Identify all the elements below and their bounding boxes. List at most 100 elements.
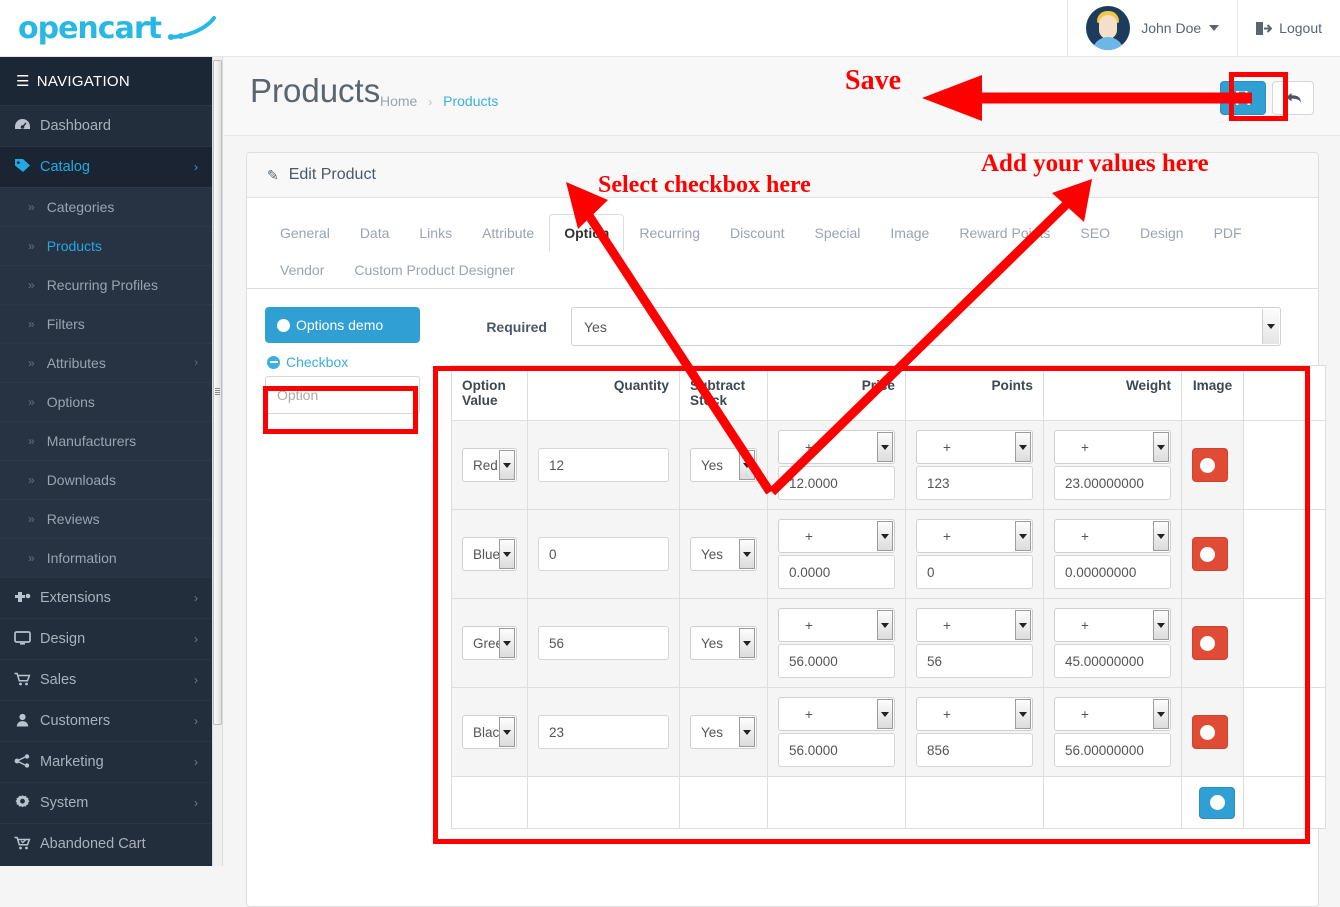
sidebar-item-information[interactable]: » Information (0, 538, 212, 577)
price-input[interactable]: 56.0000 (778, 644, 895, 678)
sidebar-item-reviews[interactable]: » Reviews (0, 499, 212, 538)
remove-row-button[interactable] (1192, 537, 1228, 571)
sidebar-item-extensions[interactable]: Extensions › (0, 577, 212, 618)
sidebar-item-customers[interactable]: Customers › (0, 700, 212, 741)
weight-input[interactable]: 0.00000000 (1054, 555, 1171, 589)
price-prefix-select[interactable]: + (778, 519, 895, 553)
save-button[interactable] (1220, 81, 1266, 115)
points-input[interactable]: 0 (916, 555, 1033, 589)
quantity-input[interactable]: 23 (538, 715, 669, 749)
points-prefix-select[interactable]: + (916, 430, 1033, 464)
price-prefix-select[interactable]: + (778, 697, 895, 731)
price-input[interactable]: 0.0000 (778, 555, 895, 589)
tab-links[interactable]: Links (404, 214, 467, 252)
remove-row-button[interactable] (1192, 448, 1228, 482)
quantity-input[interactable]: 12 (538, 448, 669, 482)
quantity-input[interactable]: 0 (538, 537, 669, 571)
points-input[interactable]: 123 (916, 466, 1033, 500)
user-menu[interactable]: John Doe (1067, 0, 1237, 57)
checkbox-option-link[interactable]: Checkbox (265, 343, 425, 376)
points-prefix-select[interactable]: + (916, 608, 1033, 642)
chevron-right-icon: › (194, 796, 198, 810)
add-row-button[interactable] (1199, 786, 1235, 819)
logout-button[interactable]: Logout (1237, 0, 1340, 57)
sidebar-item-design[interactable]: Design › (0, 618, 212, 659)
tab-reward-points[interactable]: Reward Points (944, 214, 1065, 252)
tab-seo[interactable]: SEO (1065, 214, 1125, 252)
sidebar-item-filters[interactable]: » Filters (0, 304, 212, 343)
sidebar-item-options[interactable]: » Options (0, 382, 212, 421)
weight-prefix-select[interactable]: + (1054, 430, 1171, 464)
sidebar-item-recurring-profiles[interactable]: » Recurring Profiles (0, 265, 212, 304)
remove-row-button[interactable] (1192, 626, 1228, 660)
breadcrumb-products[interactable]: Products (443, 93, 498, 109)
points-input[interactable]: 856 (916, 733, 1033, 767)
swoosh-icon (167, 16, 216, 40)
tab-data[interactable]: Data (345, 214, 405, 252)
subtract-stock-select[interactable]: Yes (690, 448, 757, 482)
back-button[interactable] (1272, 81, 1314, 115)
tab-option[interactable]: Option (549, 214, 625, 252)
tab-attribute[interactable]: Attribute (467, 214, 549, 252)
points-input[interactable]: 56 (916, 644, 1033, 678)
price-prefix-select[interactable]: + (778, 430, 895, 464)
quantity-input[interactable]: 56 (538, 626, 669, 660)
tab-vendor[interactable]: Vendor (265, 251, 339, 289)
tab-custom-product-designer[interactable]: Custom Product Designer (339, 251, 529, 289)
options-demo-button[interactable]: Options demo (265, 307, 420, 343)
sidebar-item-manufacturers[interactable]: » Manufacturers (0, 421, 212, 460)
remove-row-button[interactable] (1192, 715, 1228, 749)
tab-recurring[interactable]: Recurring (624, 214, 715, 252)
weight-input[interactable]: 45.00000000 (1054, 644, 1171, 678)
table-row: Black 23 Yes + 56.0000 + 856 + 56.000000… (451, 687, 1326, 777)
points-prefix-select[interactable]: + (916, 697, 1033, 731)
tab-design[interactable]: Design (1125, 214, 1199, 252)
sidebar-item-sales[interactable]: Sales › (0, 659, 212, 700)
required-select[interactable]: Yes (571, 307, 1281, 346)
option-input[interactable] (265, 376, 420, 414)
price-input[interactable]: 56.0000 (778, 733, 895, 767)
sidebar-item-label: Catalog (40, 159, 90, 175)
sidebar-item-label: Extensions (40, 590, 111, 606)
subtract-stock-select[interactable]: Yes (690, 715, 757, 749)
logo-area[interactable]: opencart (0, 11, 230, 46)
sidebar-item-system[interactable]: System › (0, 782, 212, 823)
page-header: Products Home › Products (224, 57, 1340, 136)
weight-input[interactable]: 56.00000000 (1054, 733, 1171, 767)
minus-circle-icon (1199, 635, 1215, 651)
sidebar-item-catalog[interactable]: Catalog › (0, 146, 212, 187)
subtract-stock-select[interactable]: Yes (690, 626, 757, 660)
weight-prefix-select[interactable]: + (1054, 608, 1171, 642)
option-value-select[interactable]: Red (462, 448, 517, 482)
sidebar-item-abandoned-cart[interactable]: Abandoned Cart (0, 823, 212, 864)
table-footer-row (451, 776, 1326, 829)
price-input[interactable]: 12.0000 (778, 466, 895, 500)
sidebar-item-downloads[interactable]: » Downloads (0, 460, 212, 499)
weight-prefix-select[interactable]: + (1054, 519, 1171, 553)
tab-pdf[interactable]: PDF (1199, 214, 1257, 252)
chevron-right-icon: › (194, 714, 198, 728)
monitor-icon (14, 630, 40, 648)
sidebar-item-categories[interactable]: » Categories (0, 187, 212, 226)
tab-general[interactable]: General (265, 214, 345, 252)
weight-prefix-select[interactable]: + (1054, 697, 1171, 731)
cell-price: + 56.0000 (767, 598, 906, 688)
breadcrumb-home[interactable]: Home (380, 93, 417, 109)
subtract-stock-select[interactable]: Yes (690, 537, 757, 571)
weight-input[interactable]: 23.00000000 (1054, 466, 1171, 500)
sidebar-item-marketing[interactable]: Marketing › (0, 741, 212, 782)
tab-discount[interactable]: Discount (715, 214, 799, 252)
sidebar-item-products[interactable]: » Products (0, 226, 212, 265)
sidebar-item-attributes[interactable]: » Attributes › (0, 343, 212, 382)
required-row: Required Yes (451, 307, 1326, 346)
option-value-select[interactable]: Blue (462, 537, 517, 571)
price-prefix-select[interactable]: + (778, 608, 895, 642)
tab-special[interactable]: Special (800, 214, 876, 252)
points-prefix-select[interactable]: + (916, 519, 1033, 553)
option-value-select[interactable]: Green (462, 626, 517, 660)
sidebar-item-dashboard[interactable]: Dashboard (0, 105, 212, 146)
option-value-select[interactable]: Black (462, 715, 517, 749)
tab-image[interactable]: Image (875, 214, 944, 252)
sidebar-item-label: Products (46, 238, 102, 254)
top-header-bar: opencart John Doe Logout (0, 0, 1340, 57)
